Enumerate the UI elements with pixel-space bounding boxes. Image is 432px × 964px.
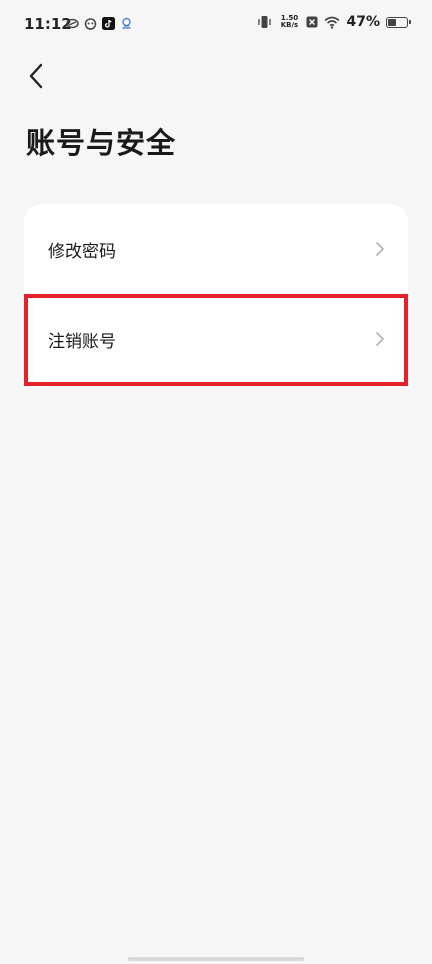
no-sim-icon — [306, 16, 318, 28]
back-button[interactable] — [18, 58, 54, 94]
chevron-left-icon — [29, 63, 43, 89]
chevron-right-icon — [376, 332, 384, 346]
vibrate-icon — [258, 16, 272, 28]
home-indicator[interactable] — [128, 957, 304, 961]
notification-icon — [122, 17, 131, 29]
net-speed: 1.50 KB/s — [278, 15, 300, 29]
settings-card: 修改密码 注销账号 — [24, 204, 408, 386]
settings-item-delete-account[interactable]: 注销账号 — [24, 294, 408, 386]
settings-item-label: 注销账号 — [48, 331, 116, 352]
battery-percent: 47% — [346, 14, 380, 30]
settings-item-label: 修改密码 — [48, 241, 116, 262]
app-icon-2 — [84, 18, 97, 30]
app-icon-1 — [66, 18, 79, 29]
battery-level-fill — [388, 18, 397, 26]
settings-item-change-password[interactable]: 修改密码 — [24, 204, 408, 294]
status-bar: 11:12 1.50 KB/s 47% — [0, 0, 432, 52]
battery-icon — [386, 16, 411, 28]
status-right-group: 1.50 KB/s 47% — [257, 14, 411, 30]
status-notification-icons — [66, 17, 133, 30]
page-title: 账号与安全 — [26, 126, 177, 160]
status-time: 11:12 — [24, 15, 72, 33]
wifi-icon — [324, 16, 341, 29]
net-speed-unit: KB/s — [280, 21, 299, 29]
chevron-right-icon — [376, 242, 384, 256]
tiktok-icon — [102, 17, 115, 30]
